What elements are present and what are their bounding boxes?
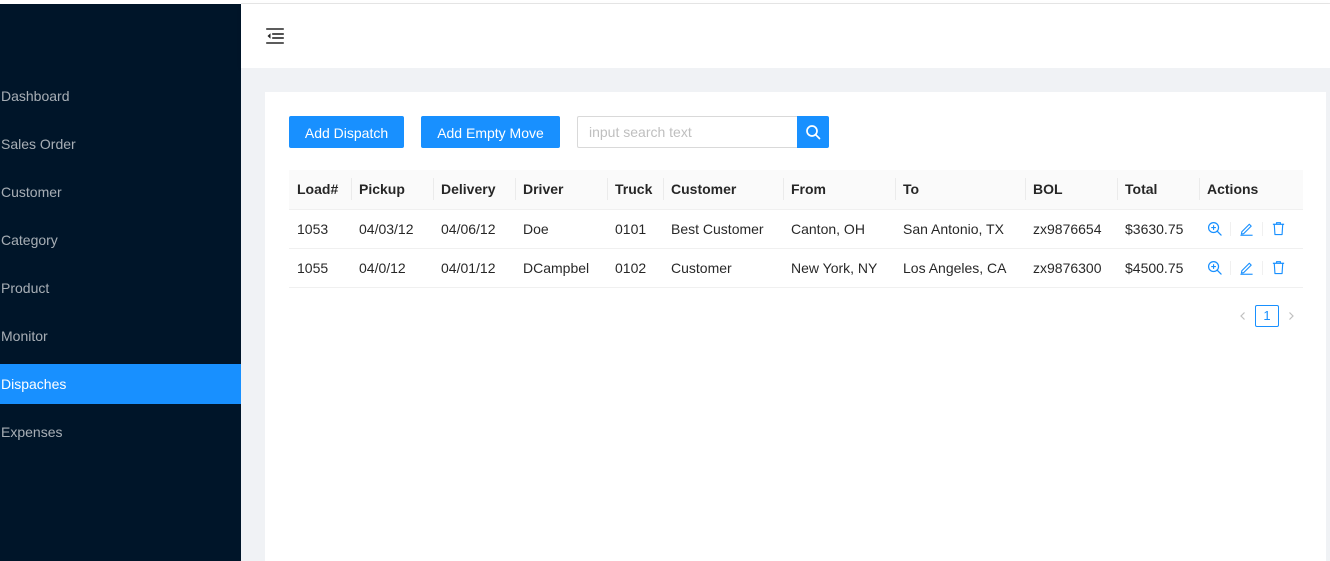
column-header-pickup[interactable]: Pickup	[351, 170, 433, 210]
action-divider	[1230, 260, 1231, 275]
cell-total: $4500.75	[1117, 248, 1199, 288]
cell-customer: Customer	[663, 248, 783, 288]
column-header-driver[interactable]: Driver	[515, 170, 607, 210]
pagination-next-icon[interactable]	[1280, 305, 1302, 327]
column-header-delivery[interactable]: Delivery	[433, 170, 515, 210]
delete-icon[interactable]	[1271, 260, 1286, 275]
menu-fold-icon[interactable]	[265, 26, 285, 46]
delete-icon[interactable]	[1271, 221, 1286, 236]
cell-bol: zx9876654	[1025, 209, 1117, 249]
cell-truck: 0102	[607, 248, 663, 288]
column-header-customer[interactable]: Customer	[663, 170, 783, 210]
search-input[interactable]	[577, 116, 798, 148]
action-divider	[1230, 221, 1231, 236]
sidebar-item-expenses[interactable]: Expenses	[0, 412, 241, 452]
pagination: 1	[1232, 305, 1302, 327]
column-header-to[interactable]: To	[895, 170, 1025, 210]
cell-delivery: 04/01/12	[433, 248, 515, 288]
action-divider	[1262, 221, 1263, 236]
cell-to: San Antonio, TX	[895, 209, 1025, 249]
cell-from: New York, NY	[783, 248, 895, 288]
table-row[interactable]: 1055 04/0/12 04/01/12 DCampbel 0102 Cust…	[289, 248, 1303, 288]
sidebar-item-dashboard[interactable]: Dashboard	[0, 76, 241, 116]
search-box	[577, 116, 829, 148]
sidebar-item-customer[interactable]: Customer	[0, 172, 241, 212]
table-row[interactable]: 1053 04/03/12 04/06/12 Doe 0101 Best Cus…	[289, 209, 1303, 249]
column-header-bol[interactable]: BOL	[1025, 170, 1117, 210]
sidebar-item-monitor[interactable]: Monitor	[0, 316, 241, 356]
cell-total: $3630.75	[1117, 209, 1199, 249]
add-empty-move-button[interactable]: Add Empty Move	[421, 116, 560, 148]
table-header-row: Load# Pickup Delivery Driver Truck Custo…	[289, 170, 1303, 210]
dispatch-table: Load# Pickup Delivery Driver Truck Custo…	[289, 170, 1303, 288]
pagination-prev-icon[interactable]	[1232, 305, 1254, 327]
column-header-load[interactable]: Load#	[289, 170, 351, 210]
column-header-actions: Actions	[1199, 170, 1303, 210]
action-divider	[1262, 260, 1263, 275]
search-icon	[806, 125, 821, 140]
column-header-from[interactable]: From	[783, 170, 895, 210]
column-header-total[interactable]: Total	[1117, 170, 1199, 210]
sidebar-menu: Dashboard Sales Order Customer Category …	[0, 76, 241, 460]
pagination-page-1[interactable]: 1	[1255, 305, 1279, 327]
cell-pickup: 04/03/12	[351, 209, 433, 249]
cell-load: 1055	[289, 248, 351, 288]
search-button[interactable]	[797, 116, 829, 148]
cell-actions	[1199, 209, 1303, 249]
cell-load: 1053	[289, 209, 351, 249]
zoom-in-icon[interactable]	[1207, 221, 1222, 236]
sidebar-item-product[interactable]: Product	[0, 268, 241, 308]
sidebar-item-category[interactable]: Category	[0, 220, 241, 260]
cell-to: Los Angeles, CA	[895, 248, 1025, 288]
cell-actions	[1199, 248, 1303, 288]
sidebar-item-sales-order[interactable]: Sales Order	[0, 124, 241, 164]
dispatch-card: Add Dispatch Add Empty Move Load# Pickup…	[265, 92, 1326, 561]
cell-customer: Best Customer	[663, 209, 783, 249]
sidebar-item-dispaches[interactable]: Dispaches	[0, 364, 241, 404]
cell-driver: DCampbel	[515, 248, 607, 288]
cell-delivery: 04/06/12	[433, 209, 515, 249]
column-header-truck[interactable]: Truck	[607, 170, 663, 210]
cell-bol: zx9876300	[1025, 248, 1117, 288]
cell-truck: 0101	[607, 209, 663, 249]
sidebar: Dashboard Sales Order Customer Category …	[0, 4, 241, 561]
zoom-in-icon[interactable]	[1207, 260, 1222, 275]
cell-from: Canton, OH	[783, 209, 895, 249]
cell-driver: Doe	[515, 209, 607, 249]
add-dispatch-button[interactable]: Add Dispatch	[289, 116, 404, 148]
edit-icon[interactable]	[1239, 221, 1254, 236]
header	[241, 4, 1330, 68]
cell-pickup: 04/0/12	[351, 248, 433, 288]
edit-icon[interactable]	[1239, 260, 1254, 275]
